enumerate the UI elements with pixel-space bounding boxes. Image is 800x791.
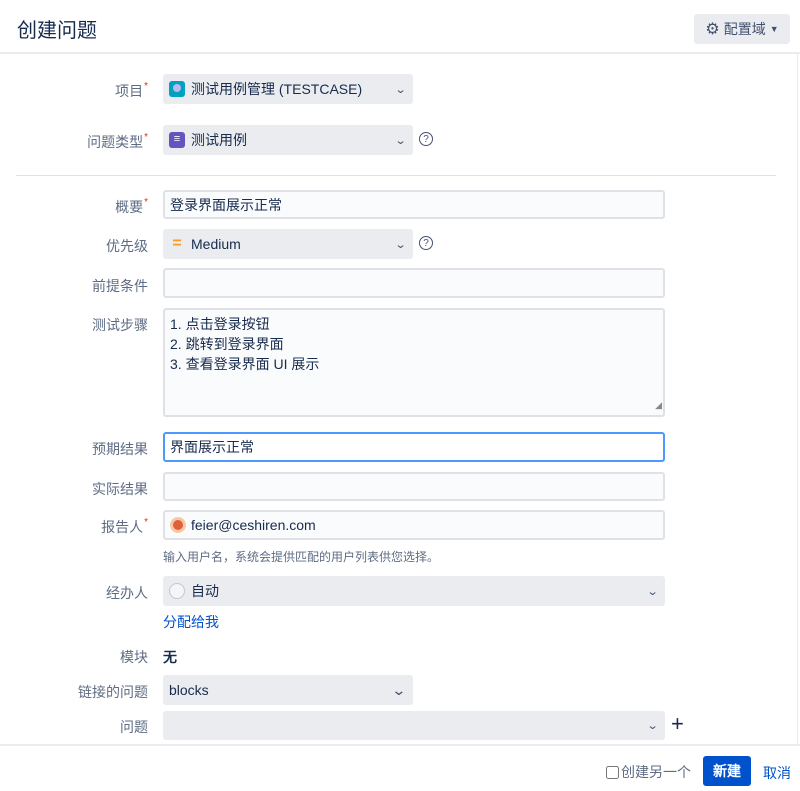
project-select[interactable]: 测试用例管理 (TESTCASE) ⌄	[163, 74, 413, 104]
issue-type-select[interactable]: ≡ 测试用例 ⌄	[163, 125, 413, 155]
create-another-label: 创建另一个	[621, 762, 691, 782]
chevron-down-icon: ⌄	[394, 83, 406, 96]
assign-to-me-link[interactable]: 分配给我	[163, 612, 219, 632]
assignee-select[interactable]: 自动 ⌄	[163, 576, 665, 606]
steps-textarea[interactable]: 1. 点击登录按钮 2. 跳转到登录界面 3. 查看登录界面 UI 展示 ◢	[163, 308, 665, 417]
step-line: 1. 点击登录按钮	[170, 314, 658, 334]
issue-type-label: 问题类型*	[87, 132, 148, 152]
project-value: 测试用例管理 (TESTCASE)	[191, 79, 390, 99]
reporter-hint: 输入用户名，系统会提供匹配的用户列表供您选择。	[163, 548, 439, 565]
create-button[interactable]: 新建	[703, 756, 751, 786]
cancel-link[interactable]: 取消	[763, 763, 791, 783]
chevron-down-icon: ⌄	[394, 238, 406, 251]
config-label: 配置域	[724, 19, 766, 39]
section-divider	[16, 175, 776, 176]
summary-label: 概要*	[115, 197, 148, 217]
scroll-edge	[797, 54, 798, 744]
precondition-label: 前提条件	[92, 276, 148, 296]
resize-handle-icon[interactable]: ◢	[655, 395, 662, 415]
component-label: 模块	[120, 647, 148, 667]
help-icon[interactable]: ?	[419, 132, 433, 146]
create-another-input[interactable]	[606, 766, 619, 779]
test-case-icon: ≡	[169, 132, 185, 148]
create-another-checkbox[interactable]: 创建另一个	[606, 762, 691, 782]
expected-label: 预期结果	[92, 439, 148, 459]
chevron-down-icon: ⌄	[392, 682, 407, 699]
automatic-avatar-icon	[169, 583, 185, 599]
issue-select[interactable]: ⌄	[163, 711, 665, 740]
gear-icon: ⚙	[705, 19, 719, 39]
precondition-input[interactable]	[163, 268, 665, 298]
expected-input[interactable]: 界面展示正常	[163, 432, 665, 462]
add-icon[interactable]: +	[671, 711, 684, 737]
link-type-select[interactable]: blocks ⌄	[163, 675, 413, 705]
linked-issues-label: 链接的问题	[78, 682, 148, 702]
project-avatar-icon	[169, 81, 185, 97]
project-label: 项目*	[115, 81, 148, 101]
issue-label: 问题	[120, 717, 148, 737]
reporter-input[interactable]: feier@ceshiren.com	[163, 510, 665, 540]
configure-fields-button[interactable]: ⚙ 配置域 ▼	[694, 14, 790, 44]
priority-value: Medium	[191, 236, 390, 252]
reporter-label: 报告人*	[101, 517, 148, 537]
user-avatar-icon	[170, 517, 186, 533]
steps-label: 测试步骤	[92, 315, 148, 335]
component-value: 无	[163, 647, 177, 667]
assignee-label: 经办人	[106, 583, 148, 603]
help-icon[interactable]: ?	[419, 236, 433, 250]
link-type-value: blocks	[169, 682, 387, 698]
priority-medium-icon: =	[169, 235, 185, 253]
dialog-title: 创建问题	[17, 14, 97, 43]
step-line: 2. 跳转到登录界面	[170, 334, 658, 354]
priority-select[interactable]: = Medium ⌄	[163, 229, 413, 259]
chevron-down-icon: ⌄	[646, 719, 658, 732]
summary-input[interactable]: 登录界面展示正常	[163, 190, 665, 219]
priority-label: 优先级	[106, 236, 148, 256]
chevron-down-icon: ⌄	[394, 134, 406, 147]
expected-value: 界面展示正常	[170, 437, 254, 457]
header-divider	[0, 52, 800, 54]
footer-divider	[0, 744, 800, 746]
reporter-value: feier@ceshiren.com	[191, 517, 316, 533]
issue-type-value: 测试用例	[191, 130, 390, 150]
caret-down-icon: ▼	[770, 24, 779, 34]
actual-input[interactable]	[163, 472, 665, 501]
actual-label: 实际结果	[92, 479, 148, 499]
assignee-value: 自动	[191, 581, 642, 601]
chevron-down-icon: ⌄	[646, 585, 658, 598]
summary-value: 登录界面展示正常	[170, 195, 282, 215]
step-line: 3. 查看登录界面 UI 展示	[170, 354, 658, 374]
